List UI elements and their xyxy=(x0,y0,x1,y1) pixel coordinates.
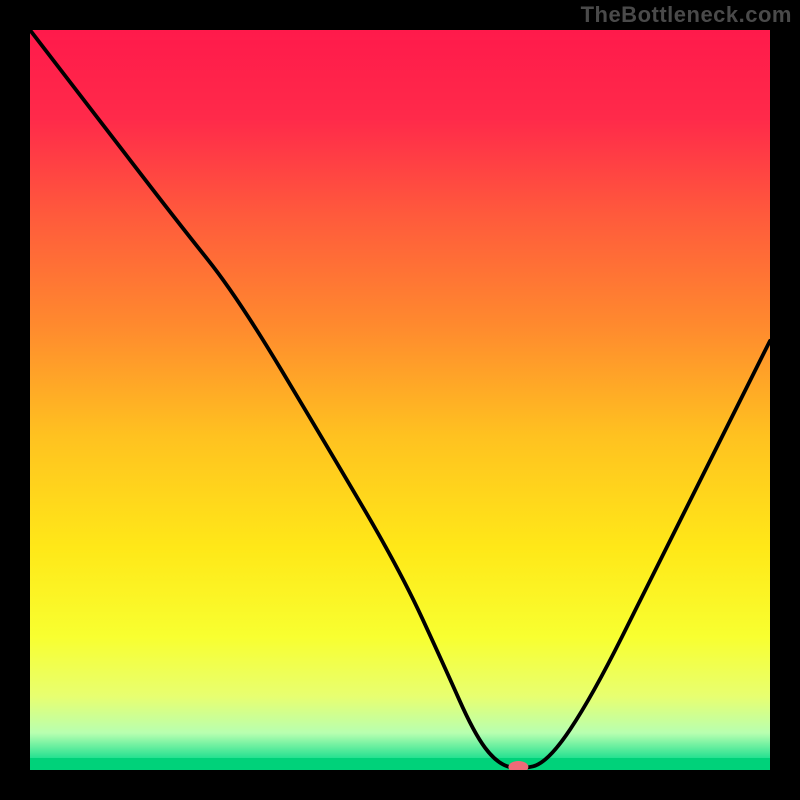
watermark-text: TheBottleneck.com xyxy=(581,2,792,28)
bottleneck-chart xyxy=(30,30,770,770)
chart-frame: TheBottleneck.com xyxy=(0,0,800,800)
green-baseline xyxy=(30,758,770,770)
plot-area xyxy=(30,30,770,770)
gradient-background xyxy=(30,30,770,770)
